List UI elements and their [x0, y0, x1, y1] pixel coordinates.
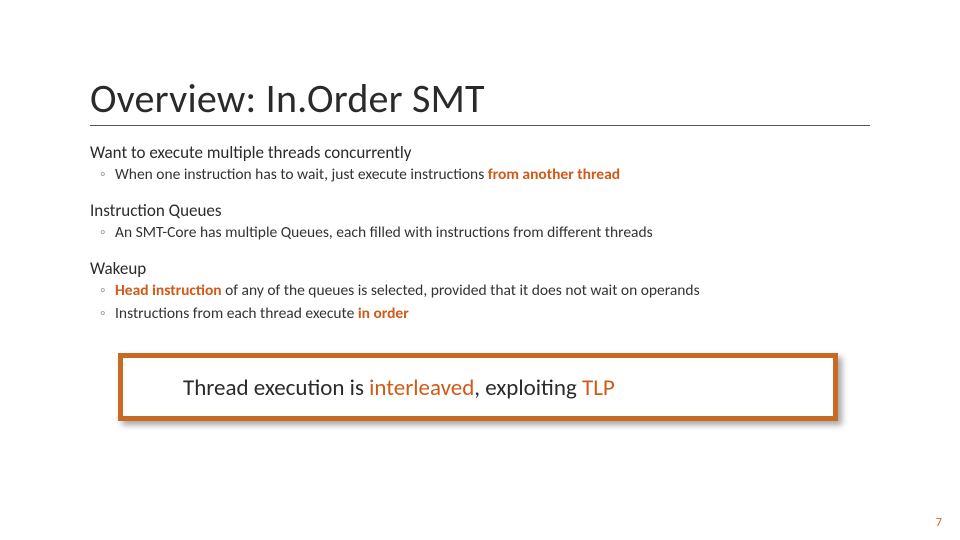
- bullet-2-1: ◦ An SMT-Core has multiple Queues, each …: [100, 223, 870, 244]
- bullet-marker-icon: ◦: [100, 304, 106, 323]
- bullet-1-1: ◦ When one instruction has to wait, just…: [100, 165, 870, 186]
- bullet-marker-icon: ◦: [100, 223, 106, 242]
- section-heading-2: Instruction Queues: [90, 200, 870, 221]
- bullet-highlight: from another thread: [488, 165, 620, 184]
- bullet-marker-icon: ◦: [100, 165, 106, 184]
- callout-highlight: TLP: [582, 374, 615, 402]
- bullet-text: An SMT-Core has multiple Queues, each fi…: [115, 223, 653, 242]
- section-heading-3: Wakeup: [90, 258, 870, 279]
- bullet-3-1: ◦ Head instruction of any of the queues …: [100, 281, 870, 302]
- title-underline: [90, 125, 870, 126]
- callout-text: Thread execution is interleaved, exploit…: [183, 374, 823, 402]
- bullet-highlight: Head instruction: [115, 281, 222, 300]
- section-heading-1: Want to execute multiple threads concurr…: [90, 142, 870, 163]
- bullet-3-2: ◦ Instructions from each thread execute …: [100, 304, 870, 325]
- slide: Overview: In.Order SMT Want to execute m…: [0, 0, 960, 540]
- slide-title: Overview: In.Order SMT: [90, 74, 870, 123]
- bullet-highlight: in order: [358, 304, 409, 323]
- bullet-text: Instructions from each thread execute: [115, 304, 358, 323]
- callout-part: Thread execution is: [183, 374, 369, 402]
- bullet-text: of any of the queues is selected, provid…: [222, 281, 700, 300]
- callout-part: , exploiting: [474, 374, 582, 402]
- callout-highlight: interleaved: [369, 374, 474, 402]
- callout-box: Thread execution is interleaved, exploit…: [118, 353, 838, 421]
- bullet-marker-icon: ◦: [100, 281, 106, 300]
- page-number: 7: [936, 516, 942, 530]
- bullet-text: When one instruction has to wait, just e…: [115, 165, 488, 184]
